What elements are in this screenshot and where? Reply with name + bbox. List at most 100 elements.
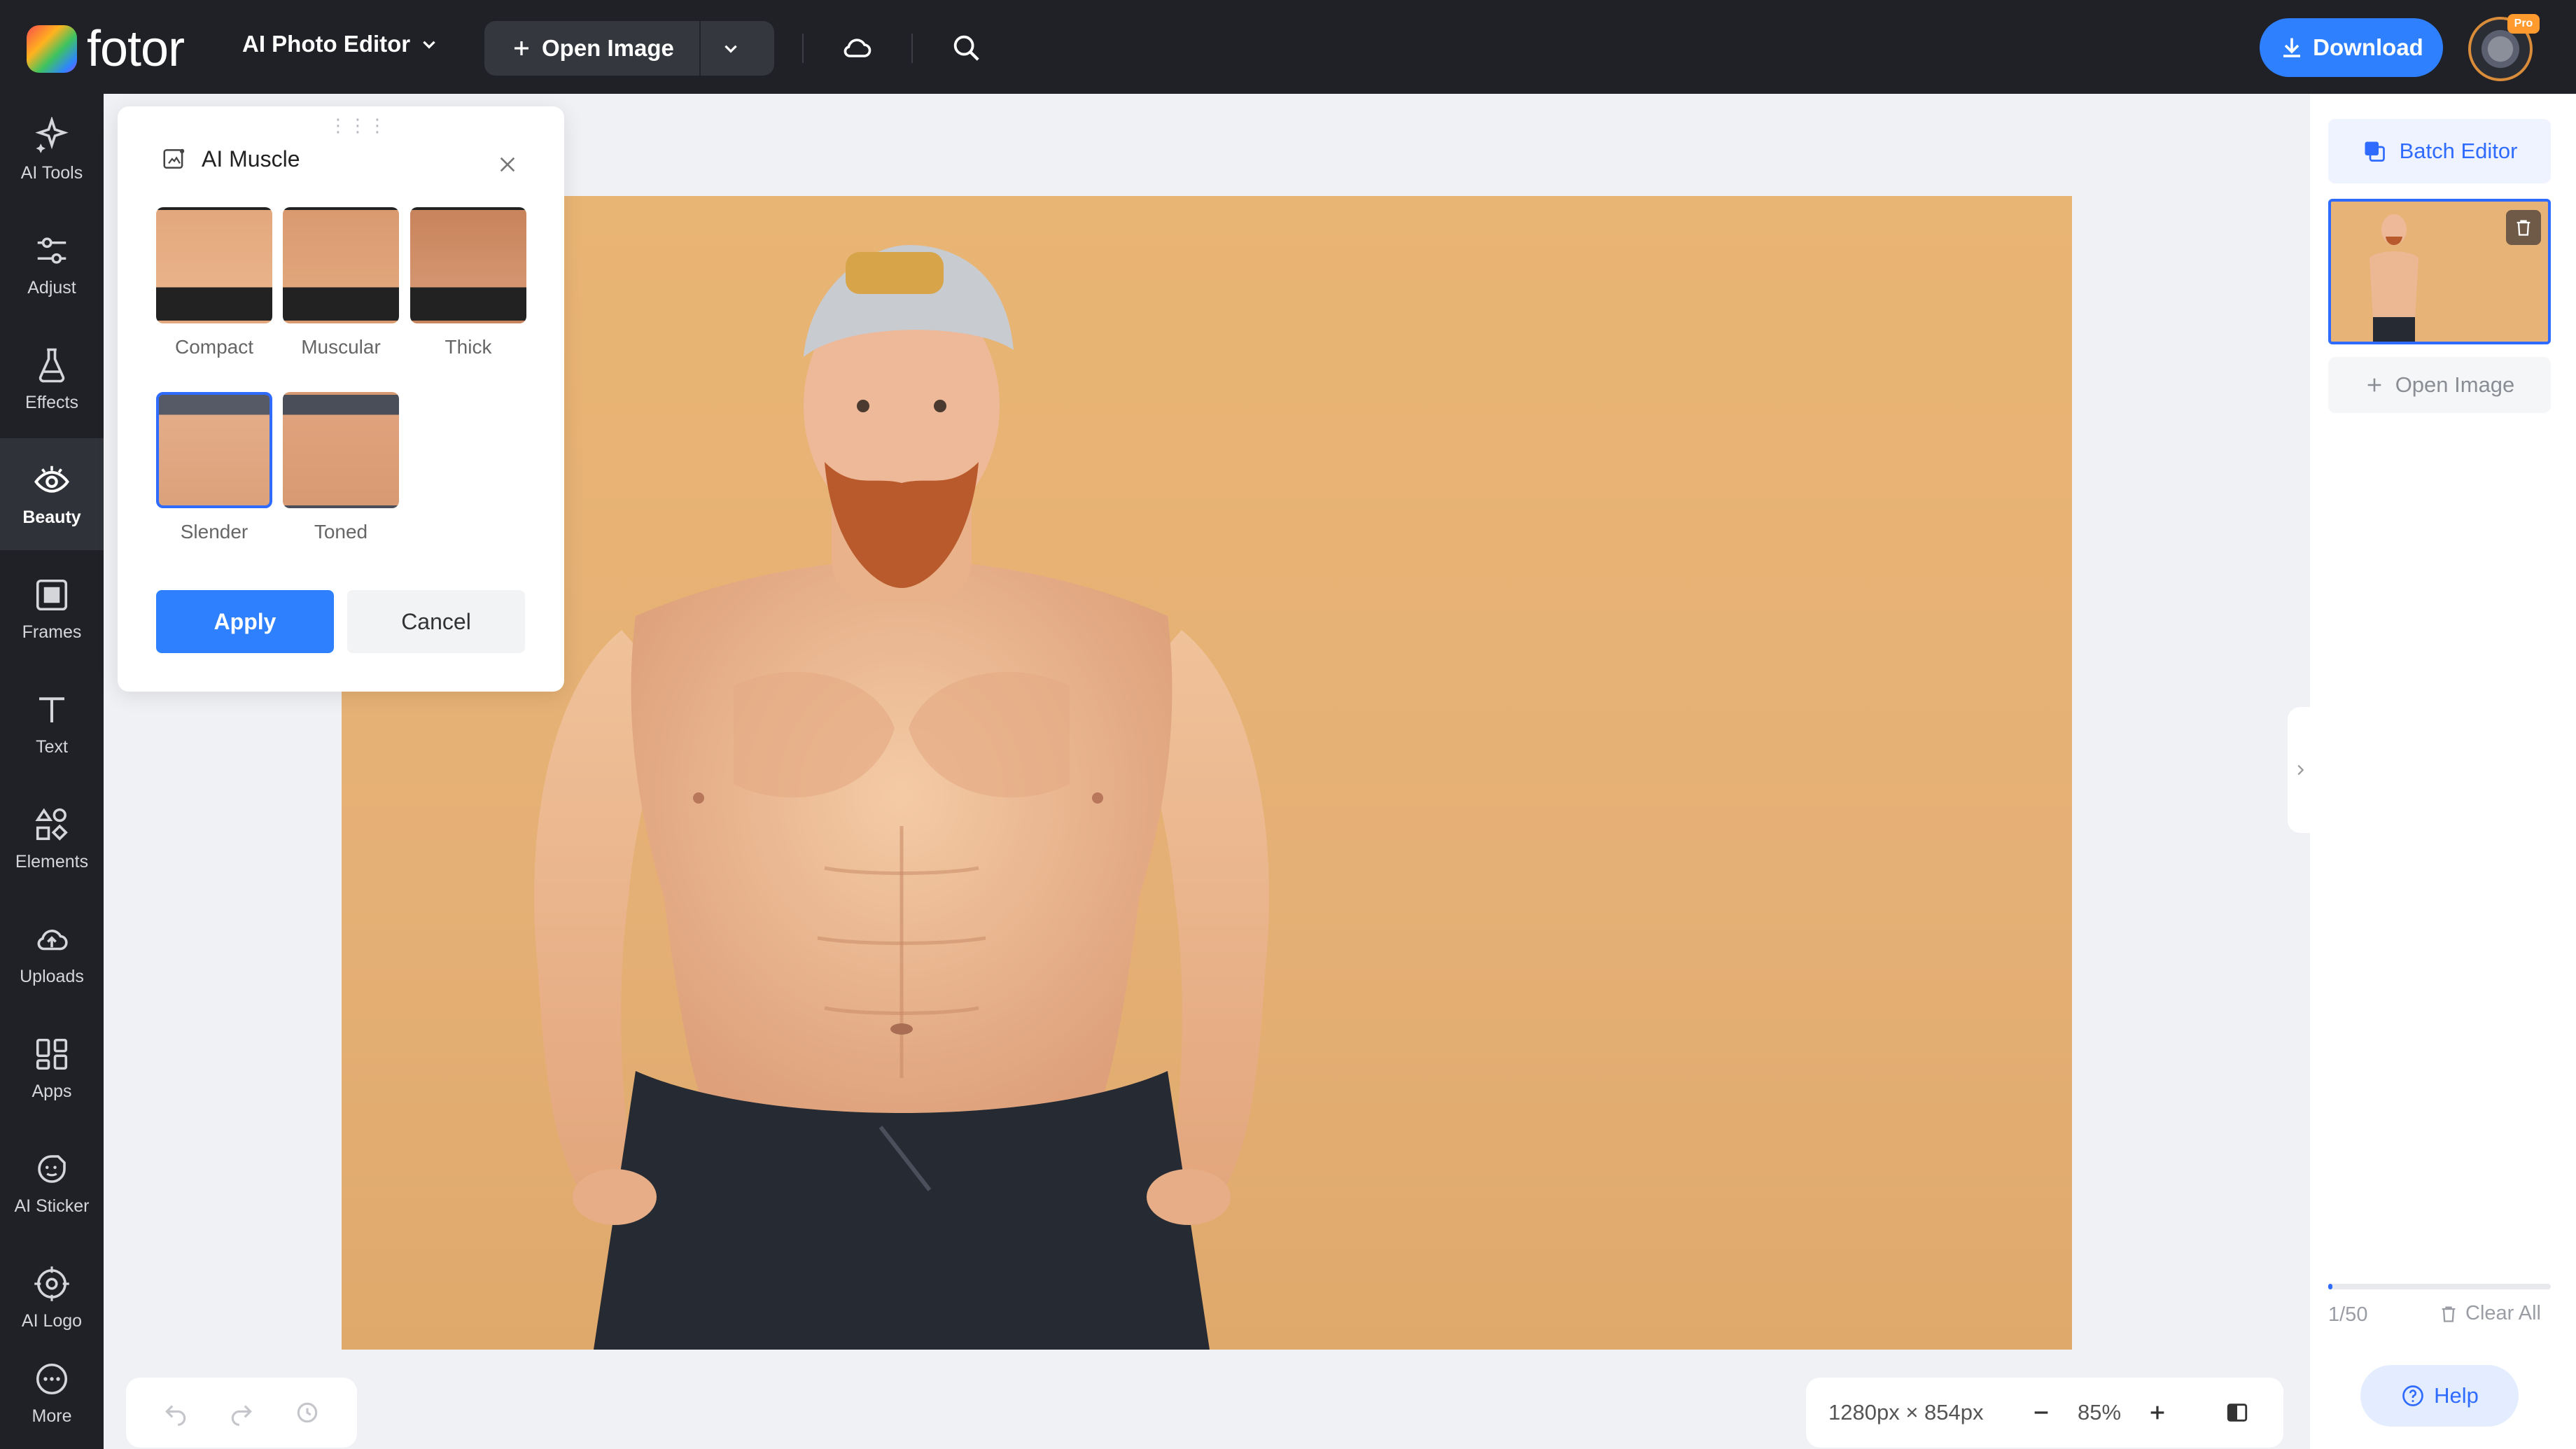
sidebar-item-label: Apps [31, 1081, 72, 1101]
cloud-icon [844, 38, 872, 57]
sidebar-item-label: Adjust [27, 277, 76, 298]
option-thumbnail [283, 207, 399, 323]
zoom-percent[interactable]: 85% [2078, 1400, 2121, 1425]
cloud-upload-icon [37, 929, 68, 950]
muscle-option-compact[interactable]: Compact [156, 207, 272, 358]
option-label: Muscular [301, 336, 381, 358]
frame-icon [36, 579, 68, 610]
help-button[interactable]: Help [2360, 1365, 2519, 1427]
sidebar-item-effects[interactable]: Effects [0, 323, 104, 435]
batch-editor-label: Batch Editor [2399, 139, 2518, 163]
undo-button[interactable] [158, 1394, 194, 1431]
chevron-down-icon [724, 45, 737, 53]
sidebar-item-elements[interactable]: Elements [0, 783, 104, 895]
sidebar-item-adjust[interactable]: Adjust [0, 209, 104, 321]
photo-illustration [534, 245, 1269, 1350]
sidebar-item-label: Elements [15, 851, 89, 872]
image-thumbnail[interactable] [2328, 199, 2551, 344]
history-button[interactable] [289, 1394, 326, 1431]
trash-icon [2442, 1306, 2456, 1322]
cancel-button[interactable]: Cancel [347, 590, 525, 653]
compare-button[interactable] [2219, 1394, 2255, 1431]
canvas-photo[interactable] [342, 196, 2072, 1350]
progress-fill [2328, 1284, 2333, 1289]
sidebar-item-apps[interactable]: Apps [0, 1012, 104, 1124]
toolbar-divider [911, 34, 913, 63]
sidebar-item-ai-tools[interactable]: AI Tools [0, 94, 104, 206]
sliders-icon [37, 237, 66, 264]
zoom-in-button[interactable] [2139, 1394, 2176, 1431]
muscle-option-toned[interactable]: Toned [283, 392, 399, 543]
more-icon [36, 1363, 68, 1394]
cloud-save-button[interactable] [837, 28, 876, 67]
apply-button[interactable]: Apply [156, 590, 334, 653]
muscle-option-slender[interactable]: Slender [156, 392, 272, 543]
option-thumbnail [156, 207, 272, 323]
download-button[interactable]: Download [2260, 18, 2443, 77]
top-bar: fotor AI Photo Editor Open Image Downloa… [0, 0, 2576, 94]
logo-text: fotor [87, 21, 185, 77]
trash-icon [2516, 220, 2530, 236]
option-label: Compact [174, 336, 254, 358]
minus-icon [2034, 1411, 2048, 1414]
panel-title: AI Muscle [202, 146, 300, 172]
history-icon [297, 1402, 318, 1423]
sidebar-item-more[interactable]: More [0, 1337, 104, 1449]
open-image-button[interactable]: Open Image [484, 21, 701, 76]
apps-icon [36, 1038, 68, 1070]
shapes-icon [35, 808, 68, 841]
text-icon [39, 696, 64, 722]
collapse-right-panel-button[interactable] [2288, 707, 2313, 833]
image-dimensions: 1280px × 854px [1828, 1400, 1984, 1424]
sidebar-item-text[interactable]: Text [0, 668, 104, 780]
zoom-out-button[interactable] [2023, 1394, 2059, 1431]
redo-button[interactable] [223, 1394, 260, 1431]
drag-handle[interactable]: ⋮⋮⋮ [329, 115, 388, 136]
flask-icon [38, 348, 65, 382]
sidebar-item-ai-sticker[interactable]: AI Sticker [0, 1127, 104, 1239]
delete-image-button[interactable] [2506, 210, 2541, 245]
ai-logo-icon [34, 1266, 69, 1301]
option-label: Thick [444, 336, 492, 358]
compare-icon [2227, 1404, 2248, 1422]
sidebar-item-frames[interactable]: Frames [0, 553, 104, 665]
ai-muscle-panel: ⋮⋮⋮ AI Muscle Compact Muscular Thick Sle… [118, 106, 564, 692]
sidebar-item-label: Effects [25, 392, 78, 412]
pro-badge: Pro [2507, 14, 2540, 34]
close-icon [500, 157, 515, 172]
undo-icon [165, 1405, 186, 1426]
open-image-label: Open Image [542, 35, 674, 61]
panel-header: AI Muscle [161, 146, 300, 172]
plus-icon [2150, 1406, 2164, 1420]
sidebar-item-label: Uploads [20, 966, 84, 986]
muscle-option-thick[interactable]: Thick [410, 207, 526, 358]
sidebar-item-uploads[interactable]: Uploads [0, 897, 104, 1009]
sidebar-item-label: AI Logo [21, 1310, 83, 1331]
sidebar-item-label: More [31, 1406, 72, 1426]
app-menu-label: AI Photo Editor [242, 31, 411, 57]
sidebar-item-label: Frames [22, 622, 82, 642]
help-icon [2402, 1385, 2423, 1406]
search-icon [953, 35, 979, 61]
sidebar-item-label: Beauty [22, 507, 81, 527]
search-button[interactable] [946, 28, 986, 67]
option-thumbnail [283, 392, 399, 508]
sidebar-item-label: Text [36, 736, 68, 757]
chevron-right-icon [2297, 764, 2304, 776]
option-thumbnail [156, 392, 272, 508]
clear-all-button[interactable]: Clear All [2439, 1302, 2541, 1325]
sidebar-item-beauty[interactable]: Beauty [0, 438, 104, 550]
close-button[interactable] [490, 147, 525, 182]
muscle-option-muscular[interactable]: Muscular [283, 207, 399, 358]
add-image-button[interactable]: Open Image [2328, 357, 2551, 413]
left-sidebar: AI Tools Adjust Effects Beauty Frames Te… [0, 94, 104, 1449]
chevron-down-icon [423, 41, 435, 49]
app-menu-dropdown[interactable]: AI Photo Editor [242, 31, 438, 57]
batch-editor-button[interactable]: Batch Editor [2328, 119, 2551, 183]
add-image-label: Open Image [2395, 372, 2515, 397]
open-image-dropdown[interactable] [701, 21, 761, 76]
option-label: Toned [314, 521, 368, 542]
help-label: Help [2434, 1383, 2479, 1408]
history-toolbar [126, 1378, 357, 1448]
fotor-logo[interactable]: fotor [27, 21, 185, 77]
